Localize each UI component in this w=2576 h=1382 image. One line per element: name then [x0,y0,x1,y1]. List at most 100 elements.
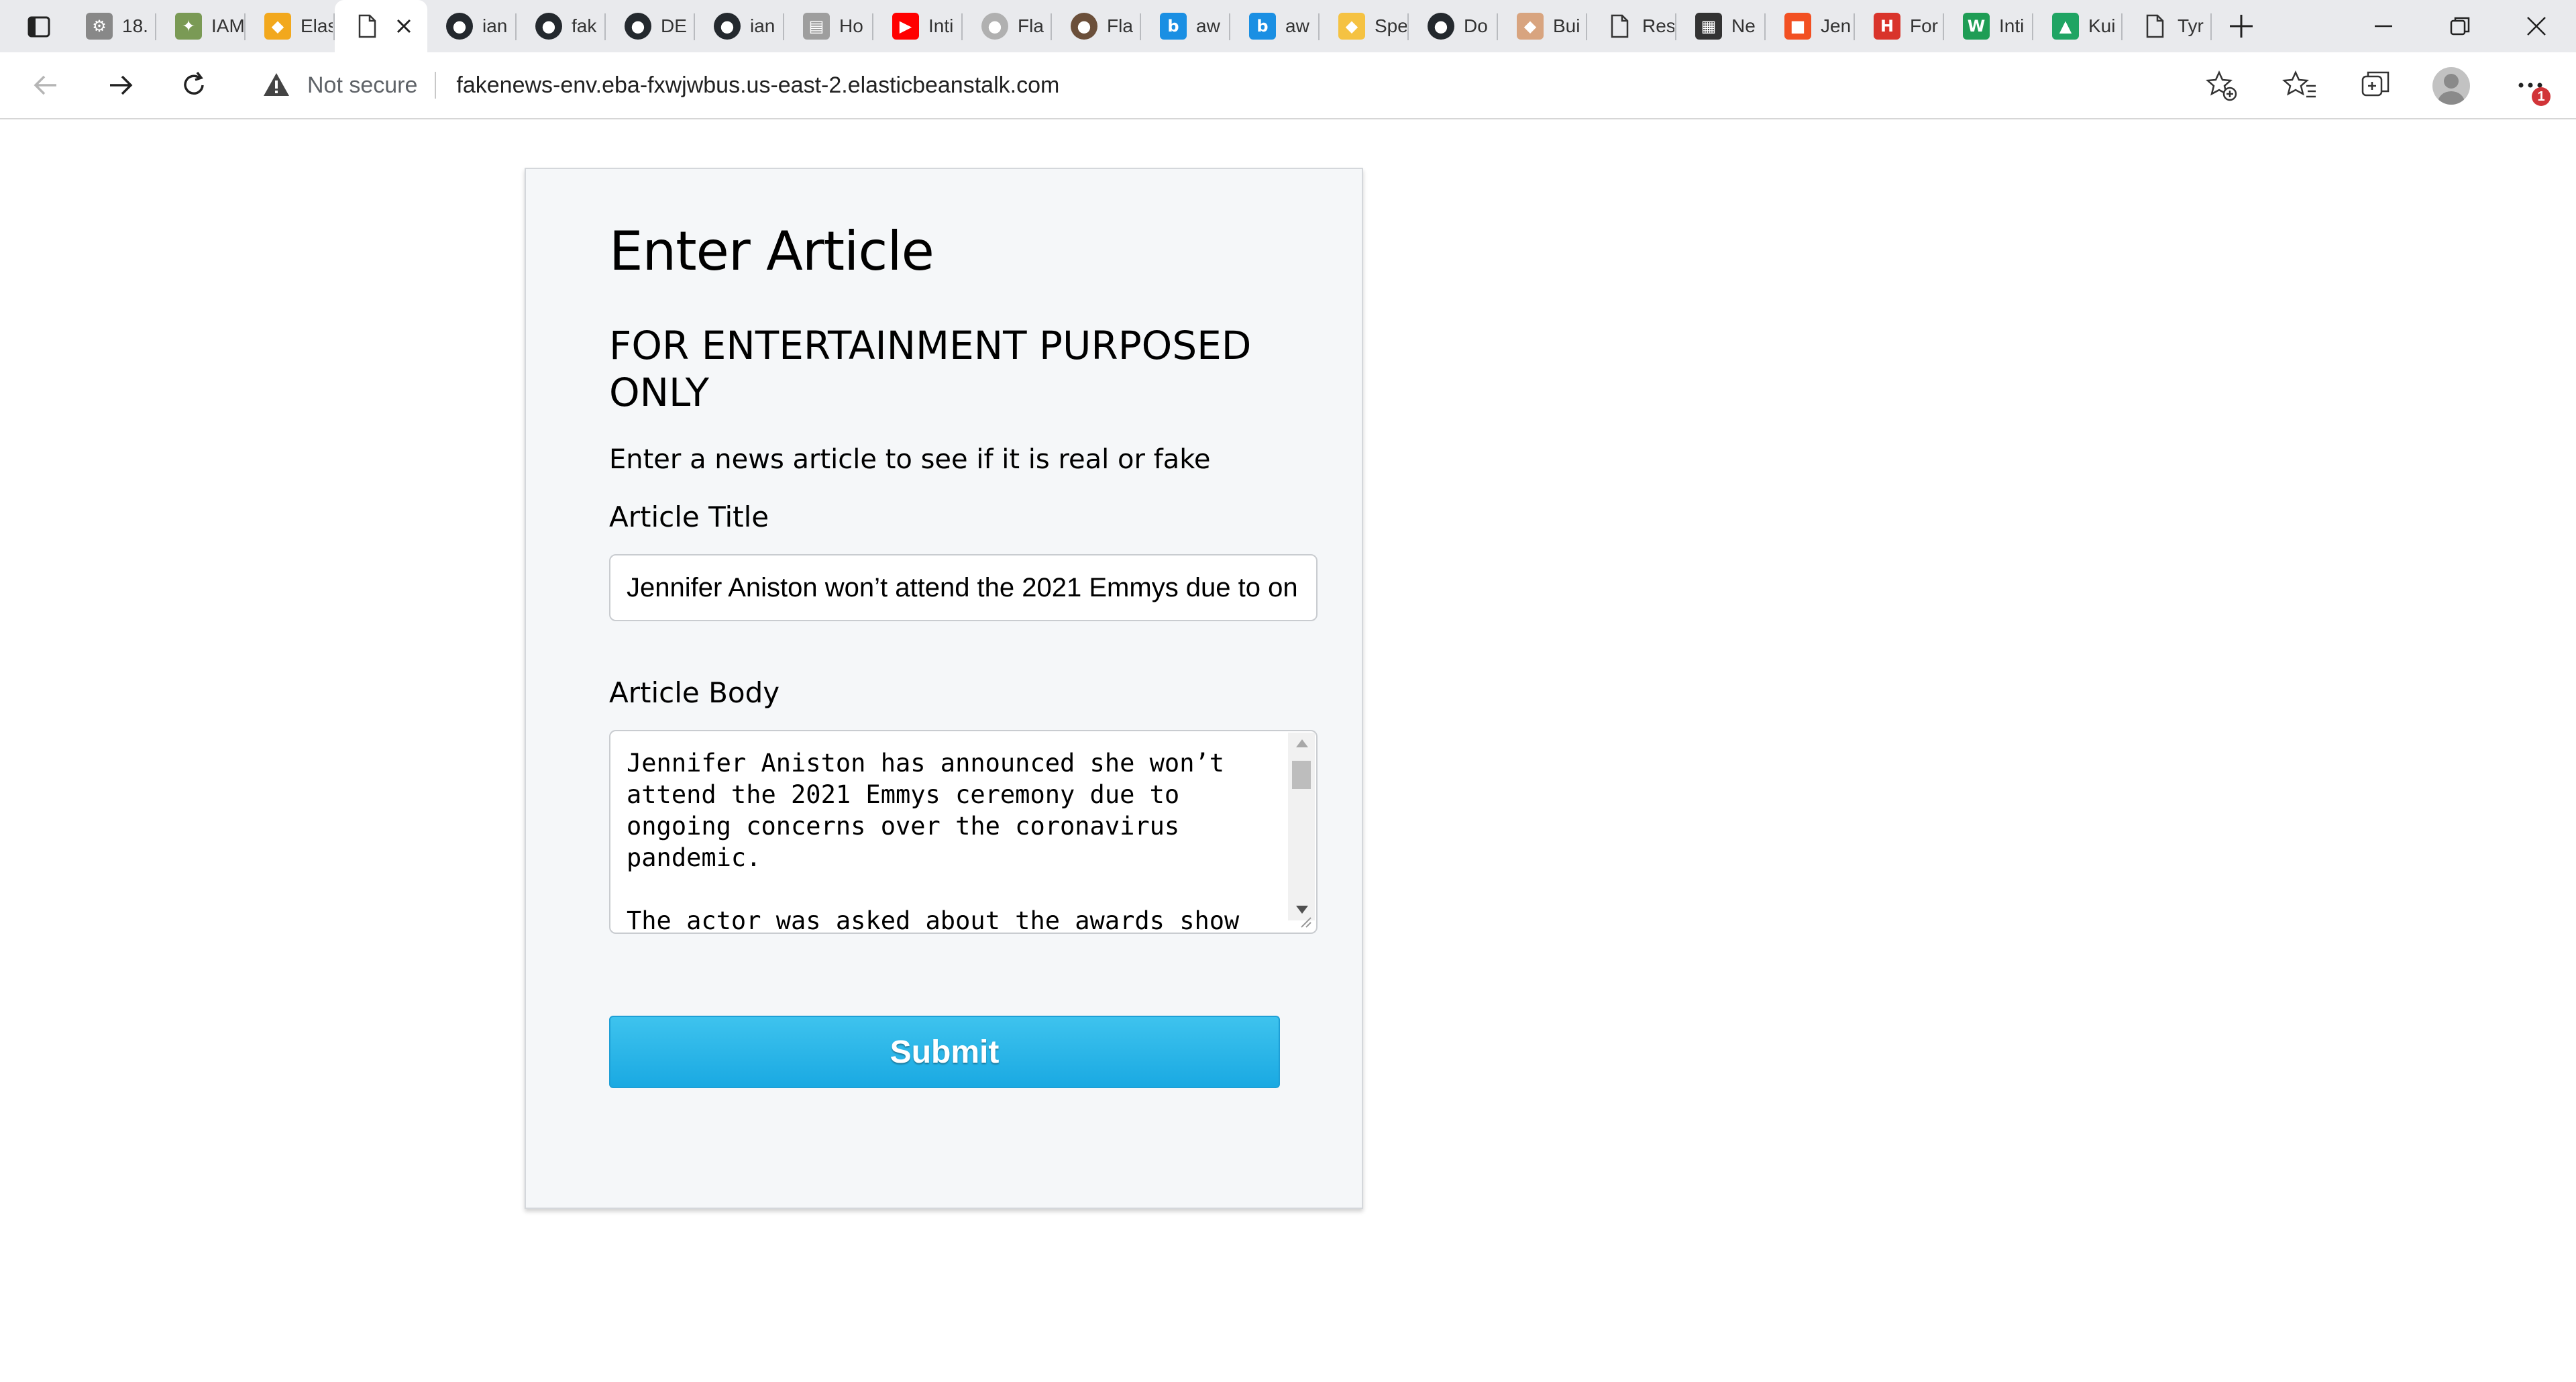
address-toolbar: Not secure fakenews-env.eba-fxwjwbus.us-… [0,52,2576,119]
article-title-label: Article Title [609,500,769,533]
bing-icon: b [1160,13,1187,40]
browser-tab[interactable]: ● Do [1409,0,1498,52]
microsoft-icon: ■ [1784,13,1811,40]
restore-icon[interactable] [2446,12,2474,40]
tab-label: Bui [1553,15,1580,36]
close-tab-icon[interactable] [392,15,415,38]
article-title-input[interactable] [609,554,1318,621]
browser-tab[interactable]: ✦ IAM [156,0,246,52]
page-icon [2141,13,2168,40]
tab-list: ⚙ 18. ✦ IAM ◆ Elas ● ian ● fak ● DE ● ian ▤ Ho ▶ Inti ● Fla… [67,0,2212,52]
scroll-down-icon[interactable] [1296,906,1308,914]
tab-active[interactable] [335,0,427,52]
collections-icon[interactable] [2357,67,2394,103]
tab-actions-button[interactable] [0,0,67,52]
new-tab-icon[interactable] [2227,12,2255,40]
tab-label: Res [1642,15,1674,36]
key-icon: ✦ [175,13,202,40]
page-icon [354,13,380,40]
browser-tab[interactable]: W Inti [1944,0,2033,52]
browser-tab[interactable]: H For [1855,0,1944,52]
document-settings-icon: ⚙ [86,13,113,40]
tab-label: For [1910,15,1938,36]
tab-label: Fla [1018,15,1044,36]
tab-label: Ne [1731,15,1756,36]
tab-label: ian [482,15,508,36]
scroll-up-icon[interactable] [1296,739,1308,747]
github-icon: ● [714,13,741,40]
warning-icon [264,73,289,96]
w-icon: W [1963,13,1990,40]
tab-label: Do [1464,15,1488,36]
github-icon: ● [446,13,473,40]
tab-label: IAM [211,15,244,36]
close-window-icon[interactable] [2522,12,2551,40]
security-status[interactable]: Not secure [307,72,417,99]
forward-icon[interactable] [103,68,137,102]
article-body-label: Article Body [609,676,780,709]
refresh-icon[interactable] [177,68,211,102]
browser-tab[interactable]: ● ian [695,0,784,52]
tab-label: aw [1285,15,1309,36]
browser-tab[interactable]: Tyr [2123,0,2212,52]
address-bar[interactable]: Not secure fakenews-env.eba-fxwjwbus.us-… [241,62,2247,109]
google-drive-icon: ▲ [2052,13,2079,40]
tab-strip: ⚙ 18. ✦ IAM ◆ Elas ● ian ● fak ● DE ● ian ▤ Ho ▶ Inti ● Fla… [0,0,2576,52]
tab-label: Kui [2088,15,2116,36]
browser-tab[interactable]: ● Fla [1052,0,1141,52]
tab-label: DE [661,15,687,36]
browser-tab[interactable]: ⚙ 18. [67,0,156,52]
disclaimer-heading: FOR ENTERTAINMENT PURPOSED ONLY [609,323,1252,415]
scroll-thumb[interactable] [1292,761,1311,789]
calendar-icon: ▦ [1695,13,1722,40]
browser-tab[interactable]: ▤ Ho [784,0,873,52]
browser-tab[interactable]: ● fak [517,0,606,52]
page-icon [1606,13,1633,40]
browser-tab[interactable]: ▲ Kui [2033,0,2123,52]
avatar-icon: ● [1071,13,1097,40]
browser-tab[interactable]: Res [1587,0,1676,52]
textarea-scrollbar[interactable] [1288,733,1315,920]
tab-label: Jen [1821,15,1851,36]
box-icon: ◆ [1517,13,1544,40]
tab-label: Ho [839,15,863,36]
browser-tab[interactable]: ● Fla [963,0,1052,52]
tab-label: Tyr [2178,15,2204,36]
avatar-icon: ● [981,13,1008,40]
browser-tab[interactable]: ◆ Elas [246,0,335,52]
browser-tab[interactable]: ▦ Ne [1676,0,1766,52]
browser-tab[interactable]: ● DE [606,0,695,52]
article-body-text[interactable]: Jennifer Aniston has announced she won’t… [627,747,1271,933]
tab-label: Spe [1375,15,1407,36]
notification-badge: 1 [2532,87,2551,106]
tab-label: ian [750,15,775,36]
tab-label: Fla [1107,15,1133,36]
browser-tab[interactable]: b aw [1141,0,1230,52]
package-icon: ◆ [1338,13,1365,40]
bing-icon: b [1249,13,1276,40]
browser-tab[interactable]: ● ian [427,0,517,52]
profile-avatar[interactable] [2432,67,2470,105]
address-separator [435,72,437,99]
github-icon: ● [1428,13,1454,40]
browser-tab[interactable]: b aw [1230,0,1320,52]
browser-tab[interactable]: ■ Jen [1766,0,1855,52]
favorites-icon[interactable] [2282,67,2318,103]
github-icon: ● [535,13,562,40]
submit-button[interactable]: Submit [609,1016,1280,1088]
back-icon[interactable] [30,68,63,102]
browser-tab[interactable]: ◆ Spe [1320,0,1409,52]
minimize-icon[interactable] [2369,12,2398,40]
browser-tab[interactable]: ◆ Bui [1498,0,1587,52]
resize-handle-icon[interactable] [1297,914,1312,928]
hsu-icon: H [1874,13,1900,40]
add-favorite-icon[interactable] [2203,67,2239,103]
github-icon: ● [625,13,651,40]
article-form-card: Enter Article FOR ENTERTAINMENT PURPOSED… [525,168,1363,1209]
instruction-text: Enter a news article to see if it is rea… [609,444,1211,475]
page-title: Enter Article [609,220,934,282]
browser-tab[interactable]: ▶ Inti [873,0,963,52]
url-text[interactable]: fakenews-env.eba-fxwjwbus.us-east-2.elas… [456,72,1059,99]
article-body-textarea[interactable]: Jennifer Aniston has announced she won’t… [609,730,1318,934]
tab-actions-icon [28,16,50,38]
